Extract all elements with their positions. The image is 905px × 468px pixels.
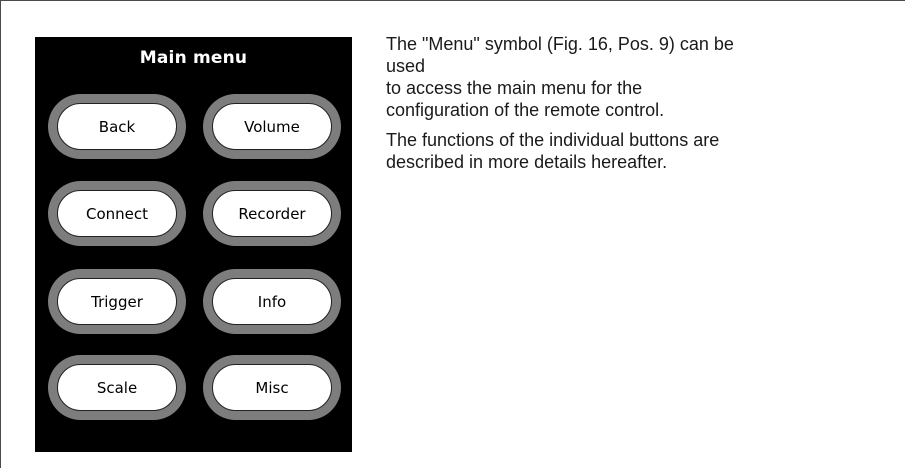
description-line: to access the main menu for the xyxy=(386,78,643,98)
recorder-button-label: Recorder xyxy=(212,190,332,237)
description-paragraph-button-functions: The functions of the individual buttons … xyxy=(386,129,898,173)
misc-button-label: Misc xyxy=(212,364,332,411)
recorder-button[interactable]: Recorder xyxy=(203,181,341,246)
trigger-button[interactable]: Trigger xyxy=(48,269,186,334)
description-line: The "Menu" symbol (Fig. 16, Pos. 9) can … xyxy=(386,34,734,54)
page-frame-left-rule xyxy=(0,0,1,468)
misc-button[interactable]: Misc xyxy=(203,355,341,420)
page-frame-top-rule xyxy=(0,0,905,1)
volume-button[interactable]: Volume xyxy=(203,94,341,159)
description-line: The functions of the individual buttons … xyxy=(386,130,720,150)
description-text: The "Menu" symbol (Fig. 16, Pos. 9) can … xyxy=(386,33,898,181)
volume-button-label: Volume xyxy=(212,103,332,150)
description-line: described in more details hereafter. xyxy=(386,152,668,172)
connect-button[interactable]: Connect xyxy=(48,181,186,246)
description-line: used xyxy=(386,56,426,76)
info-button-label: Info xyxy=(212,278,332,325)
info-button[interactable]: Info xyxy=(203,269,341,334)
back-button[interactable]: Back xyxy=(48,94,186,159)
description-line: configuration of the remote control. xyxy=(386,100,665,120)
connect-button-label: Connect xyxy=(57,190,177,237)
scale-button-label: Scale xyxy=(57,364,177,411)
main-menu-screen: Main menu Back Volume Connect Recorder T… xyxy=(35,37,352,452)
back-button-label: Back xyxy=(57,103,177,150)
main-menu-title: Main menu xyxy=(139,48,248,68)
description-paragraph-menu-symbol: The "Menu" symbol (Fig. 16, Pos. 9) can … xyxy=(386,33,898,121)
trigger-button-label: Trigger xyxy=(57,278,177,325)
scale-button[interactable]: Scale xyxy=(48,355,186,420)
